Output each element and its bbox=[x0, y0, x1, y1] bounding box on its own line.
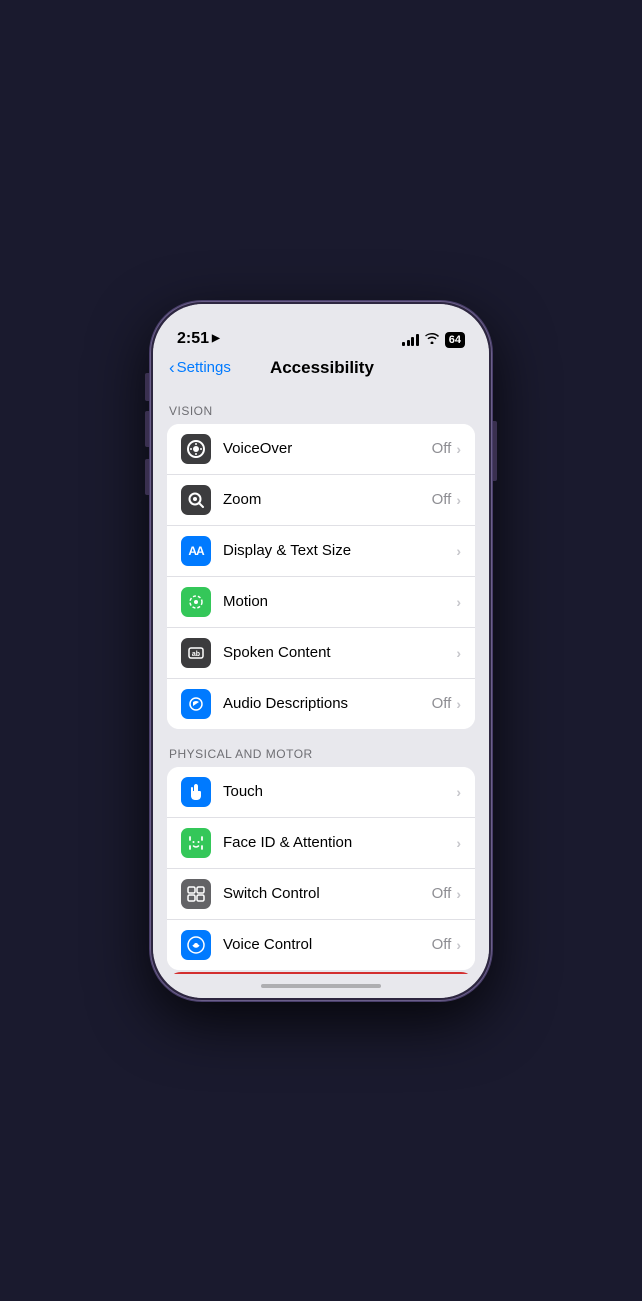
faceid-row[interactable]: Face ID & Attention › bbox=[167, 818, 475, 869]
motion-row[interactable]: Motion › bbox=[167, 577, 475, 628]
voiceover-row[interactable]: VoiceOver Off › bbox=[167, 424, 475, 475]
switch-control-label: Switch Control bbox=[223, 885, 432, 902]
display-text-icon: AA bbox=[181, 536, 211, 566]
faceid-icon bbox=[181, 828, 211, 858]
volume-up-button[interactable] bbox=[145, 411, 149, 447]
switch-control-row[interactable]: Switch Control Off › bbox=[167, 869, 475, 920]
signal-icon bbox=[402, 334, 419, 346]
audio-desc-value: Off bbox=[432, 695, 452, 712]
switch-control-icon bbox=[181, 879, 211, 909]
wifi-icon bbox=[424, 332, 440, 347]
voiceover-value: Off bbox=[432, 440, 452, 457]
silent-button[interactable] bbox=[145, 373, 149, 401]
spoken-content-icon: ab bbox=[181, 638, 211, 668]
display-text-row[interactable]: AA Display & Text Size › bbox=[167, 526, 475, 577]
display-text-label: Display & Text Size bbox=[223, 542, 456, 559]
audio-desc-chevron: › bbox=[456, 696, 461, 712]
status-bar: 2:51 ▶ 64 bbox=[153, 304, 489, 354]
zoom-row[interactable]: Zoom Off › bbox=[167, 475, 475, 526]
voice-control-value: Off bbox=[432, 936, 452, 953]
voice-control-icon bbox=[181, 930, 211, 960]
touch-chevron: › bbox=[456, 784, 461, 800]
power-button[interactable] bbox=[493, 421, 497, 481]
voiceover-chevron: › bbox=[456, 441, 461, 457]
back-button[interactable]: ‹ Settings bbox=[169, 358, 231, 378]
motion-chevron: › bbox=[456, 594, 461, 610]
page-title: Accessibility bbox=[231, 358, 413, 378]
spoken-content-chevron: › bbox=[456, 645, 461, 661]
voice-control-chevron: › bbox=[456, 937, 461, 953]
phone-frame: 2:51 ▶ 64 bbox=[150, 301, 492, 1001]
zoom-chevron: › bbox=[456, 492, 461, 508]
touch-icon bbox=[181, 777, 211, 807]
navigation-bar: ‹ Settings Accessibility bbox=[153, 354, 489, 386]
audio-desc-icon bbox=[181, 689, 211, 719]
motion-label: Motion bbox=[223, 593, 456, 610]
battery-indicator: 64 bbox=[445, 332, 465, 348]
motion-icon bbox=[181, 587, 211, 617]
switch-control-value: Off bbox=[432, 885, 452, 902]
location-icon: ▶ bbox=[212, 333, 220, 344]
faceid-chevron: › bbox=[456, 835, 461, 851]
zoom-label: Zoom bbox=[223, 491, 432, 508]
physical-section-label: PHYSICAL AND MOTOR bbox=[153, 729, 489, 767]
zoom-icon bbox=[181, 485, 211, 515]
time-display: 2:51 bbox=[177, 330, 209, 348]
spoken-content-row[interactable]: ab Spoken Content › bbox=[167, 628, 475, 679]
settings-scroll-area[interactable]: VISION VoiceOver Off › bbox=[153, 386, 489, 974]
svg-text:ab: ab bbox=[192, 651, 200, 658]
battery-level: 64 bbox=[449, 334, 461, 346]
touch-row[interactable]: Touch › bbox=[167, 767, 475, 818]
spoken-content-label: Spoken Content bbox=[223, 644, 456, 661]
touch-label: Touch bbox=[223, 783, 456, 800]
faceid-label: Face ID & Attention bbox=[223, 834, 456, 851]
voiceover-icon bbox=[181, 434, 211, 464]
vision-section-label: VISION bbox=[153, 386, 489, 424]
voiceover-label: VoiceOver bbox=[223, 440, 432, 457]
audio-desc-row[interactable]: Audio Descriptions Off › bbox=[167, 679, 475, 729]
voice-control-label: Voice Control bbox=[223, 936, 432, 953]
volume-down-button[interactable] bbox=[145, 459, 149, 495]
status-indicators: 64 bbox=[402, 332, 465, 348]
status-time: 2:51 ▶ bbox=[177, 330, 220, 348]
phone-screen: 2:51 ▶ 64 bbox=[153, 304, 489, 998]
back-chevron-icon: ‹ bbox=[169, 358, 175, 378]
switch-control-chevron: › bbox=[456, 886, 461, 902]
back-label: Settings bbox=[177, 359, 231, 376]
home-indicator bbox=[153, 974, 489, 998]
physical-group: Touch › bbox=[167, 767, 475, 970]
zoom-value: Off bbox=[432, 491, 452, 508]
vision-group: VoiceOver Off › Zoom Off › bbox=[167, 424, 475, 729]
home-bar bbox=[261, 984, 381, 988]
audio-desc-label: Audio Descriptions bbox=[223, 695, 432, 712]
display-text-chevron: › bbox=[456, 543, 461, 559]
voice-control-row[interactable]: Voice Control Off › bbox=[167, 920, 475, 970]
